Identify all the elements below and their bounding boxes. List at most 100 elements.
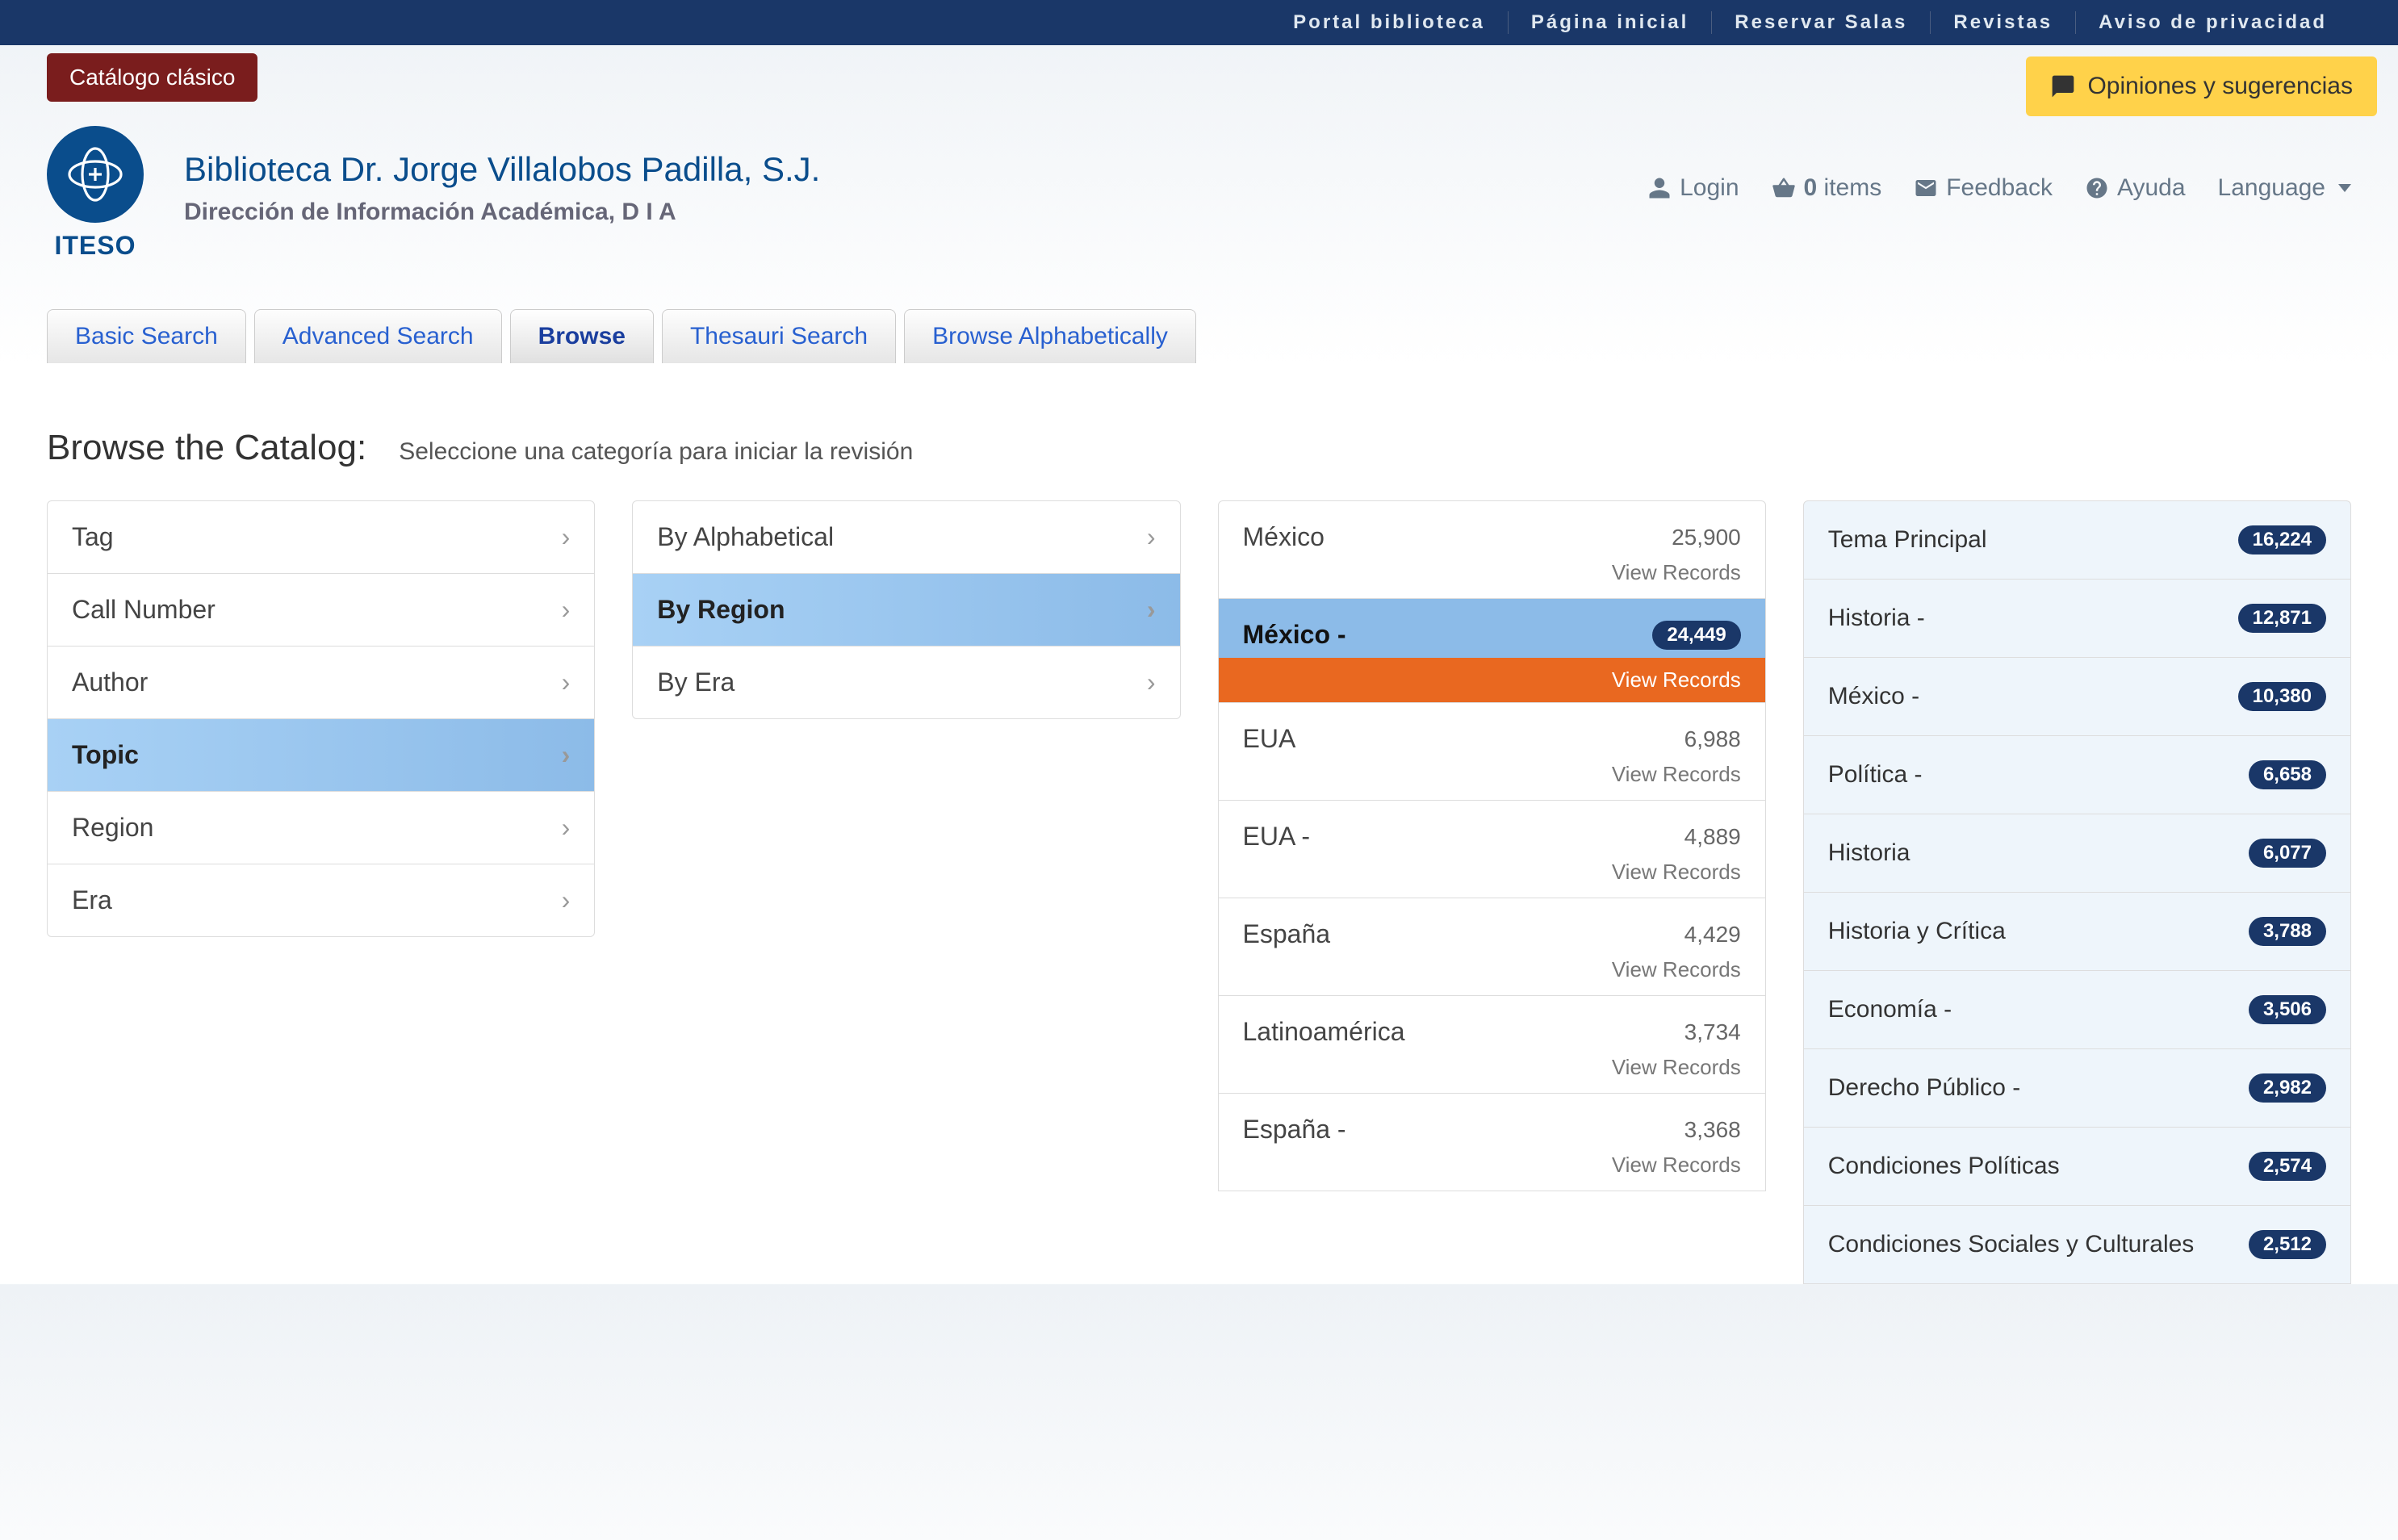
view-records-link[interactable]: View Records bbox=[1219, 762, 1765, 800]
feedback-label: Feedback bbox=[1946, 174, 2053, 202]
topic-item[interactable]: Historia 6,077 bbox=[1803, 814, 2351, 893]
envelope-icon bbox=[1914, 176, 1938, 200]
category-label: Tag bbox=[72, 522, 114, 552]
subcategory-item[interactable]: By Era› bbox=[632, 646, 1180, 719]
region-count: 4,889 bbox=[1684, 824, 1741, 850]
chevron-right-icon: › bbox=[562, 595, 571, 625]
subcategory-item[interactable]: By Region› bbox=[632, 573, 1180, 647]
region-name: Latinoamérica bbox=[1243, 1017, 1405, 1047]
region-count: 6,988 bbox=[1684, 726, 1741, 752]
count-badge: 12,871 bbox=[2238, 604, 2326, 633]
topic-item[interactable]: México - 10,380 bbox=[1803, 657, 2351, 736]
chevron-right-icon: › bbox=[562, 667, 571, 697]
count-badge: 2,512 bbox=[2249, 1230, 2326, 1259]
view-records-link[interactable]: View Records bbox=[1219, 560, 1765, 598]
tab-browse-alphabetically[interactable]: Browse Alphabetically bbox=[904, 309, 1196, 363]
title-block: Biblioteca Dr. Jorge Villalobos Padilla,… bbox=[184, 126, 820, 226]
language-dropdown[interactable]: Language bbox=[2218, 174, 2351, 202]
region-item[interactable]: España4,429View Records bbox=[1218, 898, 1766, 996]
region-count: 3,734 bbox=[1684, 1019, 1741, 1045]
topic-item[interactable]: Derecho Público - 2,982 bbox=[1803, 1048, 2351, 1128]
view-records-link[interactable]: View Records bbox=[1219, 1153, 1765, 1191]
topic-item[interactable]: Tema Principal 16,224 bbox=[1803, 500, 2351, 580]
question-icon bbox=[2085, 176, 2109, 200]
topic-item[interactable]: Política - 6,658 bbox=[1803, 735, 2351, 814]
count-badge: 6,077 bbox=[2249, 839, 2326, 868]
help-link[interactable]: Ayuda bbox=[2085, 174, 2186, 202]
tab-browse[interactable]: Browse bbox=[510, 309, 654, 363]
topnav-link[interactable]: Revistas bbox=[1931, 11, 2076, 34]
topic-name: Derecho Público - bbox=[1828, 1074, 2020, 1102]
topnav-link[interactable]: Página inicial bbox=[1509, 11, 1712, 34]
tab-advanced-search[interactable]: Advanced Search bbox=[254, 309, 502, 363]
count-badge: 2,982 bbox=[2249, 1073, 2326, 1103]
tab-basic-search[interactable]: Basic Search bbox=[47, 309, 246, 363]
topnav-link[interactable]: Aviso de privacidad bbox=[2076, 11, 2350, 34]
region-item[interactable]: EUA6,988View Records bbox=[1218, 702, 1766, 801]
count-badge: 16,224 bbox=[2238, 525, 2326, 554]
category-label: Region bbox=[72, 813, 153, 843]
category-item[interactable]: Era› bbox=[47, 864, 595, 937]
topnav-link[interactable]: Portal biblioteca bbox=[1270, 11, 1509, 34]
topic-item[interactable]: Condiciones Sociales y Culturales 2,512 bbox=[1803, 1205, 2351, 1284]
region-item[interactable]: México25,900View Records bbox=[1218, 500, 1766, 599]
topic-name: México - bbox=[1828, 683, 1919, 710]
view-records-link[interactable]: View Records bbox=[1219, 957, 1765, 995]
view-records-link[interactable]: View Records bbox=[1219, 860, 1765, 898]
count-badge: 6,658 bbox=[2249, 760, 2326, 789]
category-item[interactable]: Author › bbox=[47, 646, 595, 719]
count-badge: 24,449 bbox=[1652, 621, 1740, 650]
catalogo-clasico-button[interactable]: Catálogo clásico bbox=[47, 53, 257, 102]
category-item[interactable]: Topic› bbox=[47, 718, 595, 792]
topic-item[interactable]: Historia -12,871 bbox=[1803, 579, 2351, 658]
topic-name: Tema Principal bbox=[1828, 526, 1987, 554]
view-records-link[interactable]: View Records bbox=[1219, 1055, 1765, 1093]
region-name: México - bbox=[1243, 620, 1346, 650]
search-tabs: Basic SearchAdvanced SearchBrowseThesaur… bbox=[0, 309, 2398, 363]
region-name: España - bbox=[1243, 1115, 1346, 1145]
category-label: Author bbox=[72, 667, 148, 697]
topic-item[interactable]: Economía - 3,506 bbox=[1803, 970, 2351, 1049]
count-badge: 3,506 bbox=[2249, 995, 2326, 1024]
login-link[interactable]: Login bbox=[1647, 174, 1739, 202]
region-item[interactable]: México - 24,449 View Records bbox=[1218, 598, 1766, 703]
comment-icon bbox=[2050, 73, 2076, 99]
region-item[interactable]: EUA -4,889View Records bbox=[1218, 800, 1766, 898]
topic-name: Condiciones Sociales y Culturales bbox=[1828, 1231, 2195, 1258]
category-item[interactable]: Tag › bbox=[47, 500, 595, 574]
logo[interactable]: ITESO bbox=[47, 126, 144, 261]
logo-icon bbox=[47, 126, 144, 223]
topic-name: Historia bbox=[1828, 839, 1910, 867]
category-item[interactable]: Region › bbox=[47, 791, 595, 864]
region-item[interactable]: España -3,368View Records bbox=[1218, 1093, 1766, 1191]
region-name: México bbox=[1243, 522, 1325, 552]
chevron-right-icon: › bbox=[562, 813, 571, 843]
topic-item[interactable]: Historia y Crítica3,788 bbox=[1803, 892, 2351, 971]
opinions-button[interactable]: Opiniones y sugerencias bbox=[2026, 56, 2377, 116]
topic-name: Política - bbox=[1828, 761, 1923, 789]
region-item[interactable]: Latinoamérica 3,734 View Records bbox=[1218, 995, 1766, 1094]
opinions-label: Opiniones y sugerencias bbox=[2087, 73, 2353, 100]
topic-name: Historia y Crítica bbox=[1828, 918, 2006, 945]
subcategory-label: By Alphabetical bbox=[657, 522, 834, 552]
topic-name: Condiciones Políticas bbox=[1828, 1153, 2060, 1180]
topic-name: Economía - bbox=[1828, 996, 1952, 1023]
user-nav: Login 0 items Feedback Ayuda Language bbox=[1647, 126, 2351, 202]
library-title[interactable]: Biblioteca Dr. Jorge Villalobos Padilla,… bbox=[184, 150, 820, 189]
topnav-link[interactable]: Reservar Salas bbox=[1712, 11, 1931, 34]
chevron-right-icon: › bbox=[1147, 595, 1156, 625]
view-records-link[interactable]: View Records bbox=[1219, 658, 1765, 702]
chevron-right-icon: › bbox=[562, 522, 571, 552]
count-badge: 10,380 bbox=[2238, 682, 2326, 711]
tab-thesauri-search[interactable]: Thesauri Search bbox=[662, 309, 896, 363]
chevron-right-icon: › bbox=[1147, 522, 1156, 552]
browse-title: Browse the Catalog: bbox=[47, 428, 366, 468]
feedback-link[interactable]: Feedback bbox=[1914, 174, 2053, 202]
topic-item[interactable]: Condiciones Políticas2,574 bbox=[1803, 1127, 2351, 1206]
top-navbar: Portal biblioteca Página inicial Reserva… bbox=[0, 0, 2398, 45]
cart-link[interactable]: 0 items bbox=[1772, 174, 1882, 202]
chevron-right-icon: › bbox=[562, 740, 571, 770]
help-label: Ayuda bbox=[2117, 174, 2186, 202]
category-item[interactable]: Call Number› bbox=[47, 573, 595, 647]
subcategory-item[interactable]: By Alphabetical › bbox=[632, 500, 1180, 574]
